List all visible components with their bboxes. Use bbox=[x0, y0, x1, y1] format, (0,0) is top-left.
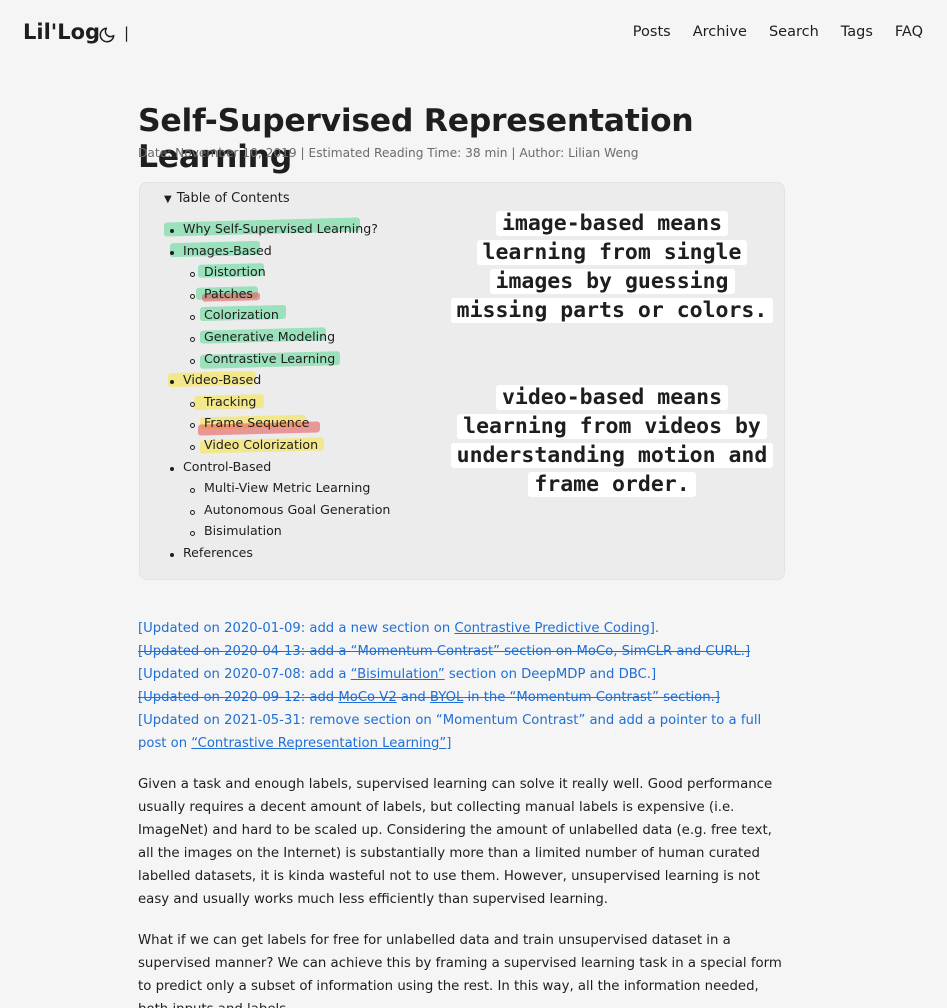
main-nav: Posts Archive Search Tags FAQ bbox=[633, 24, 923, 40]
update-note: [Updated on 2020-07-08: add a “Bisimulat… bbox=[138, 667, 657, 682]
bullet bbox=[170, 380, 174, 384]
triangle-down-icon: ▼ bbox=[164, 194, 172, 205]
bullet bbox=[190, 294, 195, 299]
toc-link-video[interactable]: Video-Based bbox=[183, 372, 261, 387]
nav-posts[interactable]: Posts bbox=[633, 24, 671, 40]
toc-summary[interactable]: ▼ Table of Contents bbox=[164, 191, 290, 206]
toc-link-references[interactable]: References bbox=[183, 545, 253, 560]
nav-search[interactable]: Search bbox=[769, 24, 819, 40]
bullet bbox=[190, 531, 195, 536]
toc-link-frame-sequence[interactable]: Frame Sequence bbox=[204, 415, 309, 430]
bullet bbox=[190, 402, 195, 407]
update-note: [Updated on 2020-01-09: add a new sectio… bbox=[138, 621, 660, 636]
post-title: Self-Supervised Representation Learning bbox=[138, 103, 694, 175]
toc-link-why[interactable]: Why Self-Supervised Learning? bbox=[183, 221, 378, 236]
toc-link-control[interactable]: Control-Based bbox=[183, 459, 271, 474]
toc-link-distortion[interactable]: Distortion bbox=[204, 264, 266, 279]
annotation-image-based: image-based means learning from single i… bbox=[446, 209, 778, 325]
toc-link-multiview[interactable]: Multi-View Metric Learning bbox=[204, 480, 370, 495]
update-notes: [Updated on 2020-01-09: add a new sectio… bbox=[138, 617, 788, 755]
link-contrastive-predictive-coding[interactable]: Contrastive Predictive Coding bbox=[454, 621, 649, 636]
toc-link-bisimulation[interactable]: Bisimulation bbox=[204, 523, 282, 538]
table-of-contents: ▼ Table of Contents Why Self-Supervised L… bbox=[139, 182, 785, 580]
bullet bbox=[170, 229, 174, 233]
bullet bbox=[190, 337, 195, 342]
toc-link-patches[interactable]: Patches bbox=[204, 286, 253, 301]
bullet bbox=[190, 359, 195, 364]
bullet bbox=[170, 553, 174, 557]
moon-icon[interactable] bbox=[98, 26, 116, 44]
bullet bbox=[190, 272, 195, 277]
post-meta: Date: November 10, 2019 | Estimated Read… bbox=[138, 146, 639, 160]
bullet bbox=[190, 510, 195, 515]
bullet bbox=[170, 467, 174, 471]
link-byol[interactable]: BYOL bbox=[430, 690, 463, 705]
toc-summary-label: Table of Contents bbox=[176, 191, 290, 206]
site-header: Lil'Log | Posts Archive Search Tags FAQ bbox=[0, 0, 947, 68]
header-separator: | bbox=[124, 24, 130, 42]
toc-link-autonomous[interactable]: Autonomous Goal Generation bbox=[204, 502, 390, 517]
toc-link-tracking[interactable]: Tracking bbox=[204, 394, 256, 409]
bullet bbox=[190, 445, 195, 450]
site-logo[interactable]: Lil'Log bbox=[23, 20, 100, 44]
toc-link-contrastive[interactable]: Contrastive Learning bbox=[204, 351, 335, 366]
nav-tags[interactable]: Tags bbox=[841, 24, 873, 40]
nav-archive[interactable]: Archive bbox=[693, 24, 747, 40]
bullet bbox=[190, 423, 195, 428]
bullet bbox=[170, 251, 174, 255]
annotation-video-based: video-based means learning from videos b… bbox=[446, 383, 778, 499]
link-moco-v2[interactable]: MoCo V2 bbox=[338, 690, 396, 705]
nav-faq[interactable]: FAQ bbox=[895, 24, 923, 40]
update-note-struck: [Updated on 2020-09-12: add MoCo V2 and … bbox=[138, 690, 720, 705]
toc-link-images[interactable]: Images-Based bbox=[183, 243, 272, 258]
paragraph-2: What if we can get labels for free for u… bbox=[138, 933, 782, 1008]
toc-link-colorization[interactable]: Colorization bbox=[204, 307, 279, 322]
paragraph-1: Given a task and enough labels, supervis… bbox=[138, 777, 773, 907]
update-note-struck: [Updated on 2020-04-13: add a “Momentum … bbox=[138, 644, 751, 659]
update-note: [Updated on 2021-05-31: remove section o… bbox=[138, 713, 762, 751]
link-contrastive-representation-learning[interactable]: “Contrastive Representation Learning” bbox=[191, 736, 446, 751]
link-bisimulation[interactable]: “Bisimulation” bbox=[351, 667, 445, 682]
bullet bbox=[190, 488, 195, 493]
bullet bbox=[190, 315, 195, 320]
toc-link-video-colorization[interactable]: Video Colorization bbox=[204, 437, 318, 452]
toc-link-generative[interactable]: Generative Modeling bbox=[204, 329, 335, 344]
